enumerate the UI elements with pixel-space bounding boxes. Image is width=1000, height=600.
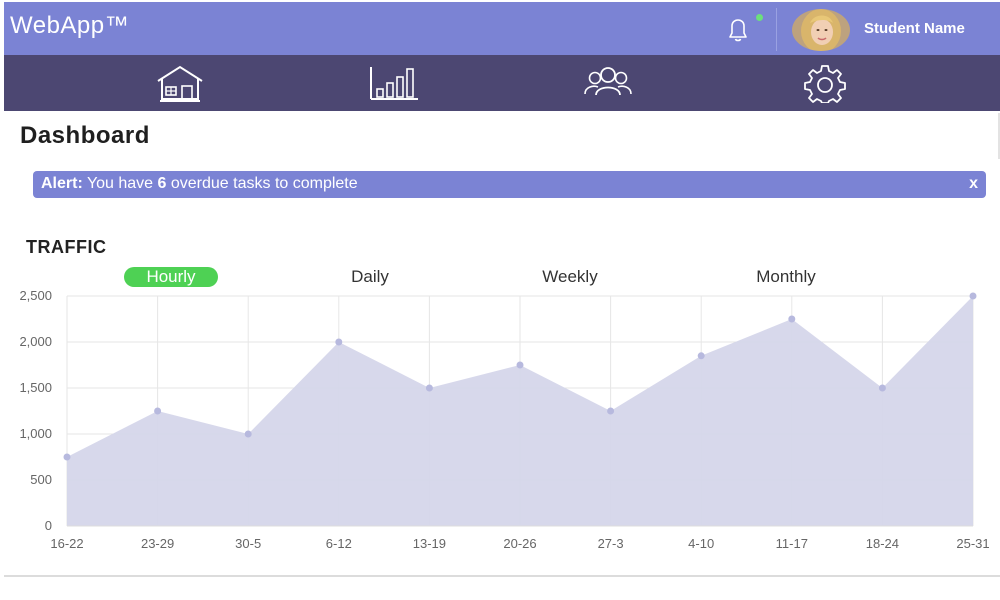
app-window: WebApp™ Student Name Dashboard Alert: Yo… [4,0,1000,600]
y-tick-label: 500 [30,472,52,487]
app-brand: WebApp™ [10,12,130,39]
alert-banner: Alert: You have 6 overdue tasks to compl… [33,171,986,198]
data-point [878,384,886,392]
data-point [969,292,977,300]
x-tick-label: 27-3 [598,536,624,551]
y-tick-label: 1,500 [19,380,52,395]
data-point [154,407,162,415]
x-tick-label: 6-12 [326,536,352,551]
alert-message: Alert: You have 6 overdue tasks to compl… [41,175,358,193]
page-title: Dashboard [20,122,150,149]
data-point [607,407,615,415]
alert-label: Alert: [41,175,83,192]
settings-gear-icon [804,65,846,103]
top-header: WebApp™ Student Name [4,2,1000,55]
x-tick-label: 30-5 [235,536,261,551]
y-tick-label: 2,500 [19,288,52,303]
main-nav [4,55,1000,111]
y-tick-label: 0 [45,518,52,533]
user-avatar[interactable] [792,9,850,51]
tab-hourly[interactable]: Hourly [124,267,218,287]
x-tick-label: 25-31 [956,536,989,551]
tab-weekly[interactable]: Weekly [520,267,620,287]
data-point [516,361,524,369]
bar-chart-icon [370,67,418,100]
y-tick-label: 2,000 [19,334,52,349]
notification-bell-icon[interactable] [720,11,756,47]
x-tick-label: 23-29 [141,536,174,551]
traffic-title: TRAFFIC [26,237,107,257]
users-icon [584,67,632,96]
x-tick-label: 11-17 [776,536,808,551]
nav-item-reports[interactable] [364,61,424,105]
data-point [788,315,796,323]
traffic-area-chart: 0 500 1,000 1,500 2,000 2,500 16-22 23-29 30-5 6-… [19,288,989,551]
nav-item-settings[interactable] [795,61,855,105]
x-tick-label: 4-10 [688,536,714,551]
nav-item-users[interactable] [578,61,638,105]
nav-item-home[interactable] [150,61,210,105]
tab-monthly[interactable]: Monthly [730,267,842,287]
data-point [63,453,71,461]
home-icon [157,65,203,102]
x-tick-label: 13-19 [413,536,446,551]
data-point [425,384,433,392]
user-name[interactable]: Student Name [864,20,965,37]
x-tick-label: 16-22 [50,536,83,551]
alert-close-button[interactable]: x [969,175,978,193]
tab-daily[interactable]: Daily [330,267,410,287]
data-point [335,338,343,346]
data-point [697,352,705,360]
alert-text-before: You have [82,175,158,192]
footer-divider [4,575,1000,577]
header-divider [776,8,777,51]
data-point [244,430,252,438]
x-tick-label: 20-26 [503,536,536,551]
alert-text-after: overdue tasks to complete [166,175,358,192]
x-tick-label: 18-24 [866,536,899,551]
notification-dot [756,14,763,21]
y-tick-label: 1,000 [19,426,52,441]
